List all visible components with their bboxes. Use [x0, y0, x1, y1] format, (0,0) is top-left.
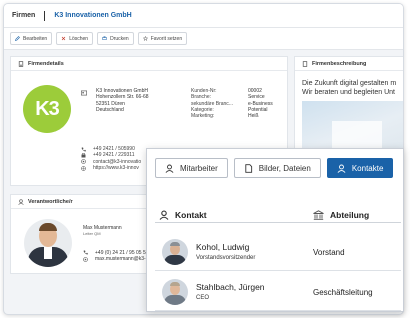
delete-label: Löschen	[69, 35, 89, 42]
fax-icon	[81, 152, 86, 158]
responsible-email-row: max.mustermann@k3-	[83, 256, 146, 262]
column-department-label: Abteilung	[330, 210, 370, 220]
toolbar: Bearbeiten Löschen Drucken Favorit setze…	[4, 28, 403, 50]
responsible-person-header: Verantwortliche/r	[11, 195, 149, 209]
field-value: Heiß	[248, 113, 259, 120]
user-icon	[165, 164, 174, 173]
address-line: Deutschland	[96, 106, 124, 113]
responsible-person-title: Verantwortliche/r	[28, 198, 73, 205]
at-icon	[83, 256, 88, 262]
website-row: https://www.k3-innov	[81, 165, 141, 171]
website-link[interactable]: https://www.k3-innov	[93, 165, 139, 171]
responsible-person-card: Verantwortliche/r Max Mustermann Leiter …	[10, 194, 150, 274]
title-bar: Firmen K3 Innovationen GmbH	[4, 4, 403, 28]
company-contact-list: +49 2421 / 505990 +49 2421 / 229311 cont…	[81, 146, 141, 171]
print-button[interactable]: Drucken	[97, 32, 134, 45]
contact-department: Vorstand	[313, 248, 345, 257]
page-title: K3 Innovationen GmbH	[54, 12, 132, 19]
tab-employees[interactable]: Mitarbeiter	[155, 158, 228, 178]
edit-icon	[15, 36, 20, 41]
delete-icon	[61, 36, 66, 41]
tab-images-files[interactable]: Bilder, Dateien	[233, 158, 321, 178]
company-details-header: Firmendetails	[11, 57, 287, 71]
description-line: Wir beraten und begleiten Unt	[302, 89, 395, 96]
contact-avatar	[162, 239, 188, 265]
contact-name: Kohol, Ludwig	[196, 242, 250, 252]
responsible-person-role: Leiter QM	[83, 231, 101, 237]
contacts-panel: Mitarbeiter Bilder, Dateien Kontakte Kon…	[146, 148, 404, 312]
column-contact-label: Kontakt	[175, 210, 207, 220]
favorite-label: Favorit setzen	[150, 35, 183, 42]
edit-button[interactable]: Bearbeiten	[10, 32, 53, 45]
company-details-title: Firmendetails	[28, 60, 64, 67]
file-icon	[245, 163, 252, 173]
tab-employees-label: Mitarbeiter	[180, 163, 218, 173]
contacts-table-header: Kontakt Abteilung	[155, 207, 401, 223]
phone-icon	[81, 147, 86, 152]
column-contact[interactable]: Kontakt	[159, 207, 207, 223]
favorite-button[interactable]: Favorit setzen	[137, 32, 188, 45]
bank-icon	[313, 210, 324, 220]
company-address: K3 Innovationen GmbH Hohenzollern Str. 6…	[96, 88, 149, 113]
user-icon	[159, 210, 169, 220]
at-icon	[81, 159, 86, 165]
user-icon	[18, 198, 24, 205]
contact-role: Vorstandsvorsitzender	[196, 255, 256, 261]
breadcrumb-divider	[44, 10, 46, 21]
column-department[interactable]: Abteilung	[313, 207, 369, 223]
responsible-person-photo	[24, 219, 72, 267]
tab-contacts-label: Kontakte	[351, 163, 384, 173]
table-row[interactable]: Kohol, Ludwig Vorstandsvorsitzender Vors…	[155, 233, 401, 271]
responsible-email[interactable]: max.mustermann@k3-	[95, 256, 146, 262]
company-description-text: Die Zukunft digital gestalten m Wir bera…	[302, 79, 396, 97]
tab-contacts[interactable]: Kontakte	[326, 158, 394, 178]
globe-icon	[81, 165, 86, 171]
breadcrumb[interactable]: Firmen	[12, 12, 35, 19]
table-row[interactable]: Stahlbach, Jürgen CEO Geschäftsleitung	[155, 273, 401, 311]
delete-button[interactable]: Löschen	[56, 32, 94, 45]
document-icon	[302, 60, 308, 67]
print-icon	[102, 36, 107, 40]
address-card-icon	[81, 90, 87, 96]
edit-label: Bearbeiten	[23, 35, 48, 42]
logo-text: K3	[35, 97, 60, 120]
panel-tabs: Mitarbeiter Bilder, Dateien Kontakte	[155, 158, 394, 178]
address-line: Hohenzollern Str. 66-68	[96, 94, 149, 101]
company-description-header: Firmenbeschreibung	[295, 57, 403, 71]
print-label: Drucken	[110, 35, 129, 42]
field-label: Marketing:	[191, 113, 215, 120]
field-row: Marketing: Heiß	[191, 113, 273, 119]
contact-avatar	[162, 279, 188, 305]
tab-images-files-label: Bilder, Dateien	[258, 163, 311, 173]
company-logo: K3	[23, 85, 71, 133]
contact-department: Geschäftsleitung	[313, 288, 373, 297]
company-description-title: Firmenbeschreibung	[312, 60, 367, 67]
responsible-person-info: Max Mustermann Leiter QM +49 (0) 24 21 /…	[83, 225, 146, 262]
star-icon	[142, 36, 148, 41]
phone-icon	[83, 250, 88, 255]
description-line: Die Zukunft digital gestalten m	[302, 80, 397, 87]
contact-name: Stahlbach, Jürgen	[196, 282, 265, 292]
building-icon	[18, 60, 24, 67]
company-fields: Kunden-Nr: 00002 Branche: Service sekundär…	[191, 88, 273, 119]
user-icon	[337, 164, 346, 173]
contact-role: CEO	[196, 295, 210, 301]
